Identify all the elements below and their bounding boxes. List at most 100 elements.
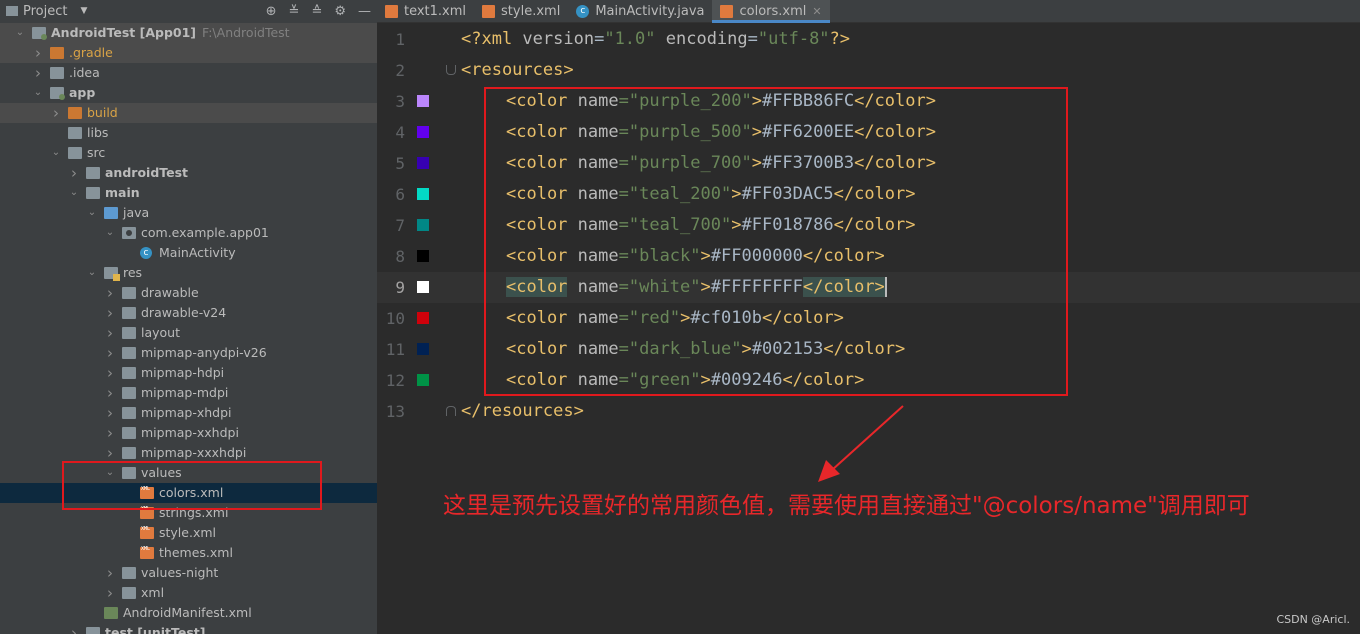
folder-icon: [68, 107, 82, 119]
tree-item[interactable]: style.xml: [0, 519, 377, 543]
color-swatch-icon[interactable]: [417, 374, 429, 386]
fold-marker-icon[interactable]: [446, 65, 456, 75]
color-swatch-icon[interactable]: [417, 219, 429, 231]
locate-icon[interactable]: ⊕: [266, 4, 277, 19]
chevron-right-icon[interactable]: ›: [104, 443, 116, 463]
chevron-right-icon[interactable]: ›: [104, 343, 116, 363]
tree-item[interactable]: › mipmap-xhdpi: [0, 403, 377, 423]
collapse-all-icon[interactable]: ≙: [311, 4, 322, 19]
manifest-file-icon: [104, 607, 118, 619]
resources-folder-icon: [104, 267, 120, 281]
tree-item[interactable]: › test [unitTest]: [0, 623, 377, 634]
tree-item[interactable]: › build: [0, 103, 377, 123]
color-swatch-icon[interactable]: [417, 126, 429, 138]
tree-item[interactable]: › drawable-v24: [0, 303, 377, 323]
tree-item[interactable]: ⌄ res: [0, 263, 377, 283]
line-number: 13: [385, 402, 405, 421]
chevron-right-icon[interactable]: ›: [104, 383, 116, 403]
expand-all-icon[interactable]: ≚: [289, 4, 300, 19]
folder-icon: [122, 407, 136, 419]
tree-item-label: drawable: [141, 285, 199, 300]
color-swatch-icon[interactable]: [417, 343, 429, 355]
chevron-right-icon[interactable]: ›: [32, 63, 44, 83]
tree-item[interactable]: › drawable: [0, 283, 377, 303]
project-view-selector[interactable]: Project ▼: [6, 4, 87, 19]
tab-label: colors.xml: [739, 3, 807, 19]
chevron-down-icon[interactable]: ⌄: [32, 83, 44, 103]
decl-part: =: [594, 29, 605, 49]
chevron-right-icon[interactable]: ›: [104, 403, 116, 423]
color-swatch-icon[interactable]: [417, 250, 429, 262]
tree-item[interactable]: libs: [0, 123, 377, 143]
color-swatch-icon[interactable]: [417, 281, 429, 293]
chevron-down-icon[interactable]: ⌄: [50, 143, 62, 163]
folder-icon: [68, 147, 82, 159]
code-line[interactable]: 1 <?xml version="1.0" encoding="utf-8"?>: [377, 24, 1360, 55]
tree-item[interactable]: ⌄ src: [0, 143, 377, 163]
tree-item[interactable]: › mipmap-mdpi: [0, 383, 377, 403]
tree-item[interactable]: › .idea: [0, 63, 377, 83]
fold-marker-icon[interactable]: [446, 406, 456, 416]
editor-tab[interactable]: style.xml: [474, 0, 568, 22]
close-icon[interactable]: ✕: [812, 5, 821, 18]
line-number: 4: [395, 123, 405, 142]
tree-item-label: MainActivity: [159, 245, 236, 260]
chevron-right-icon[interactable]: ›: [104, 303, 116, 323]
chevron-right-icon[interactable]: ›: [32, 43, 44, 63]
editor-tab[interactable]: c MainActivity.java: [568, 0, 712, 22]
decl-part: version: [512, 29, 595, 49]
tree-item[interactable]: AndroidManifest.xml: [0, 603, 377, 623]
chevron-right-icon[interactable]: ›: [68, 623, 80, 634]
tree-item[interactable]: › mipmap-xxxhdpi: [0, 443, 377, 463]
color-swatch-icon[interactable]: [417, 95, 429, 107]
tree-item[interactable]: themes.xml: [0, 539, 377, 563]
color-swatch-icon[interactable]: [417, 157, 429, 169]
chevron-right-icon[interactable]: ›: [104, 323, 116, 343]
code-line[interactable]: 2 <resources>: [377, 55, 1360, 86]
tree-item[interactable]: ⌄ app: [0, 83, 377, 103]
gear-icon[interactable]: ⚙: [334, 4, 346, 19]
chevron-down-icon[interactable]: ⌄: [86, 203, 98, 223]
tree-item-label: .idea: [69, 65, 100, 80]
tree-item[interactable]: ⌄ com.example.app01: [0, 223, 377, 243]
tree-item[interactable]: ⌄ java: [0, 203, 377, 223]
chevron-down-icon[interactable]: ⌄: [104, 223, 116, 243]
tree-item[interactable]: c MainActivity: [0, 243, 377, 263]
line-number: 8: [395, 247, 405, 266]
chevron-down-icon[interactable]: ⌄: [86, 263, 98, 283]
tree-item[interactable]: › values-night: [0, 563, 377, 583]
tree-item-label: layout: [141, 325, 181, 340]
chevron-right-icon[interactable]: ›: [104, 363, 116, 383]
xml-file-icon: [482, 4, 496, 18]
tree-item-label: values-night: [141, 565, 219, 580]
tree-item[interactable]: › xml: [0, 583, 377, 603]
tree-item[interactable]: ⌄ AndroidTest [App01] F:\AndroidTest: [0, 23, 377, 43]
line-number: 1: [395, 30, 405, 49]
chevron-right-icon[interactable]: ›: [104, 283, 116, 303]
package-icon: [122, 227, 136, 239]
code-line[interactable]: 13 </resources>: [377, 396, 1360, 427]
tree-item[interactable]: › layout: [0, 323, 377, 343]
line-number: 7: [395, 216, 405, 235]
tree-item[interactable]: › androidTest: [0, 163, 377, 183]
editor-tab[interactable]: text1.xml: [377, 0, 474, 22]
chevron-down-icon[interactable]: ⌄: [14, 23, 26, 43]
chevron-right-icon[interactable]: ›: [68, 163, 80, 183]
chevron-right-icon[interactable]: ›: [50, 103, 62, 123]
color-swatch-icon[interactable]: [417, 188, 429, 200]
color-swatch-icon[interactable]: [417, 312, 429, 324]
chevron-right-icon[interactable]: ›: [104, 583, 116, 603]
tree-item[interactable]: › mipmap-hdpi: [0, 363, 377, 383]
annotation-text: 这里是预先设置好的常用颜色值，需要使用直接通过"@colors/name"调用即…: [443, 493, 1250, 519]
tree-item[interactable]: › mipmap-anydpi-v26: [0, 343, 377, 363]
tree-item[interactable]: ⌄ main: [0, 183, 377, 203]
tree-item[interactable]: › mipmap-xxhdpi: [0, 423, 377, 443]
chevron-right-icon[interactable]: ›: [104, 563, 116, 583]
editor-tab[interactable]: colors.xml ✕: [712, 0, 830, 23]
chevron-down-icon[interactable]: ⌄: [68, 183, 80, 203]
chevron-right-icon[interactable]: ›: [104, 423, 116, 443]
line-number: 6: [395, 185, 405, 204]
hide-icon[interactable]: —: [358, 4, 371, 19]
tree-item[interactable]: › .gradle: [0, 43, 377, 63]
tree-item-label: mipmap-hdpi: [141, 365, 225, 380]
